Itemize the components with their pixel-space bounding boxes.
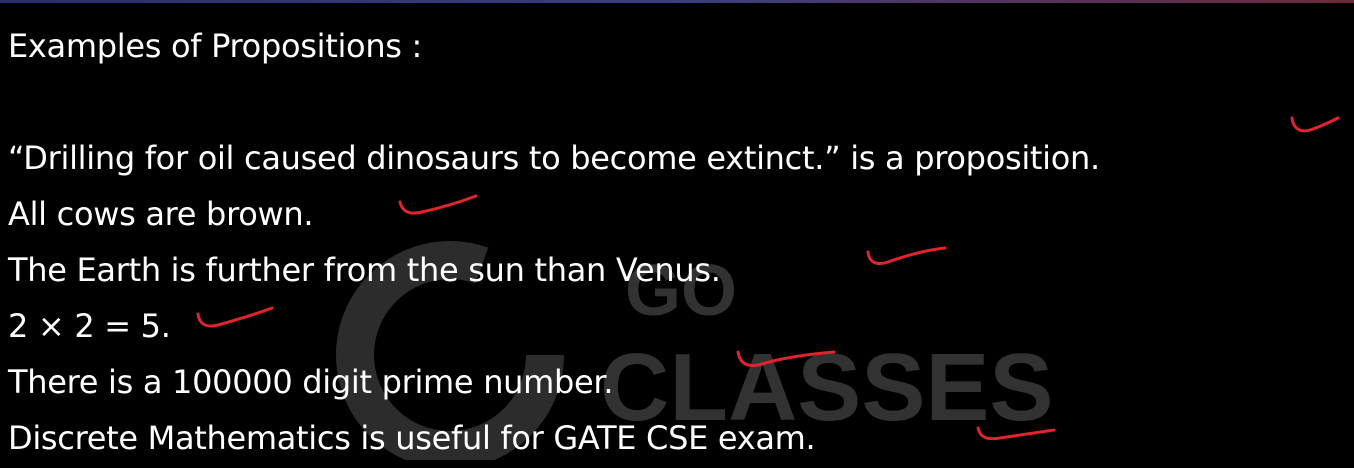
example-prime-number: There is a 100000 digit prime number. bbox=[8, 363, 614, 401]
example-cows-brown: All cows are brown. bbox=[8, 195, 314, 233]
example-earth-venus: The Earth is further from the sun than V… bbox=[8, 251, 721, 289]
example-discrete-math: Discrete Mathematics is useful for GATE … bbox=[8, 419, 816, 457]
title-spacer bbox=[8, 78, 1348, 130]
example-drilling-oil: “Drilling for oil caused dinosaurs to be… bbox=[8, 139, 1100, 177]
example-two-times-two: 2 × 2 = 5. bbox=[8, 307, 171, 345]
slide-content: Examples of Propositions : “Drilling for… bbox=[8, 14, 1348, 466]
slide-top-border bbox=[0, 0, 1354, 3]
slide-title: Examples of Propositions : bbox=[8, 27, 423, 65]
